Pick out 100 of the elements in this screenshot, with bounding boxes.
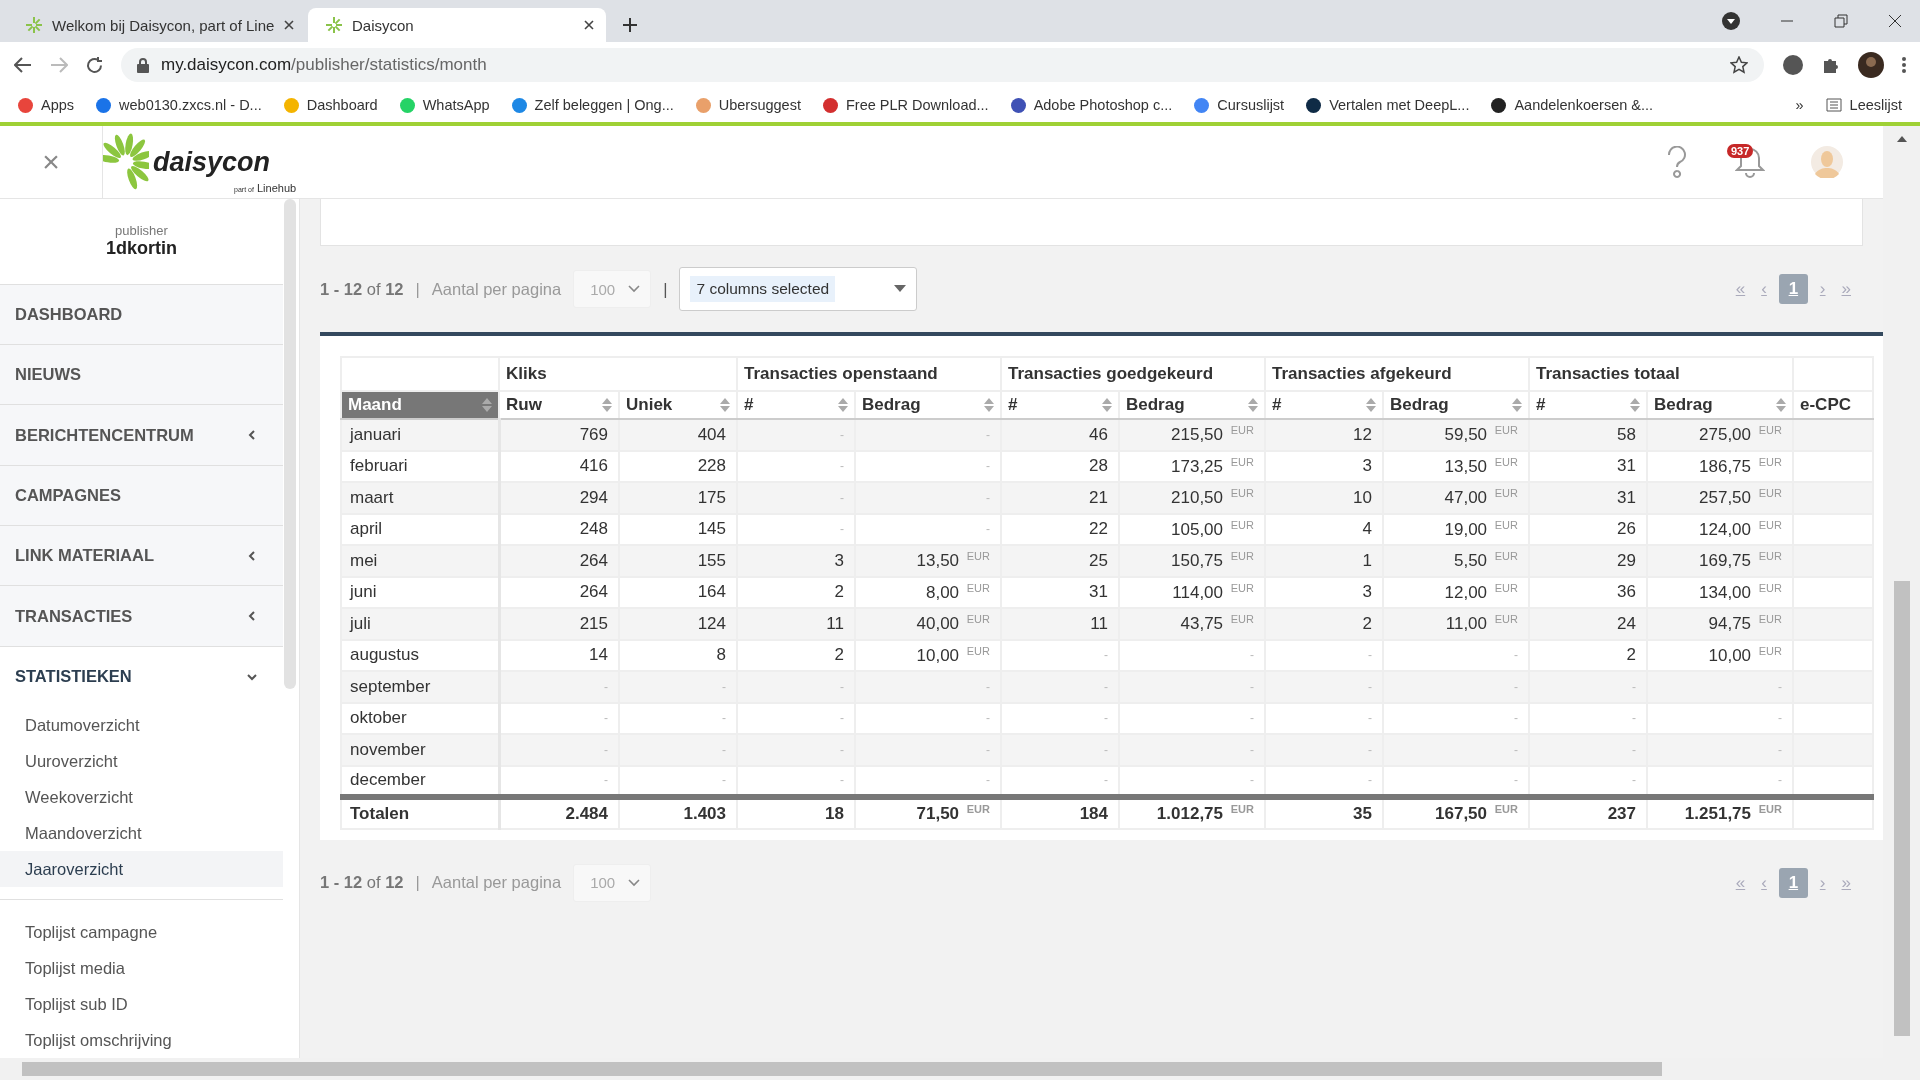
table-cell: 124	[619, 608, 737, 640]
group-header: Transacties openstaand	[737, 357, 1001, 391]
nav-item[interactable]: NIEUWS	[0, 345, 283, 406]
table-cell: 150,75 $^{EUR}$	[1119, 545, 1265, 577]
columns-select[interactable]: 7 columns selected	[679, 267, 918, 311]
sort-icon[interactable]	[1102, 398, 1112, 412]
table-cell: -	[1529, 671, 1647, 703]
chevron-left-icon	[247, 611, 257, 622]
column-header[interactable]: Uniek	[619, 391, 737, 419]
restore-icon[interactable]	[1834, 14, 1848, 28]
more-icon[interactable]	[1902, 57, 1906, 73]
divider-text: |	[415, 873, 420, 892]
chevron-left-icon	[247, 550, 257, 561]
table-cell: 294	[499, 482, 619, 514]
scrollbar-thumb[interactable]	[1893, 581, 1910, 1036]
column-header[interactable]: e-CPC	[1793, 391, 1873, 419]
table-cell: 404	[619, 419, 737, 451]
column-header[interactable]: #	[737, 391, 855, 419]
sidebar-scrollbar[interactable]	[284, 199, 296, 689]
sort-icon[interactable]	[1776, 398, 1786, 412]
table-cell: 24	[1529, 608, 1647, 640]
column-header[interactable]: Bedrag	[1647, 391, 1793, 419]
table-cell: -	[1265, 734, 1383, 766]
help-icon[interactable]	[1665, 146, 1689, 178]
sort-icon[interactable]	[1512, 398, 1522, 412]
overflow-button[interactable]: »	[1795, 97, 1804, 113]
extension-icon[interactable]	[1782, 54, 1804, 76]
column-header[interactable]: #	[1529, 391, 1647, 419]
nav-item[interactable]: LINK MATERIAAL	[0, 526, 283, 587]
column-header[interactable]: #	[1001, 391, 1119, 419]
table-cell: -	[737, 482, 855, 514]
sort-icon[interactable]	[1248, 398, 1258, 412]
avatar-icon[interactable]	[1858, 52, 1884, 78]
table-cell: 46	[1001, 419, 1119, 451]
bookmark-link[interactable]: Aandelenkoersen &...	[1491, 97, 1654, 113]
table-cell: 169,75 $^{EUR}$	[1647, 545, 1793, 577]
nav-item[interactable]: CAMPAGNES	[0, 465, 283, 526]
table-cell: 210,50 $^{EUR}$	[1119, 482, 1265, 514]
reload-icon[interactable]	[86, 56, 103, 74]
bookmark-link[interactable]: web0130.zxcs.nl - D...	[96, 97, 262, 113]
table-cell: -	[499, 671, 619, 703]
sort-icon[interactable]	[482, 398, 492, 412]
bookmark-link[interactable]: Ubersuggest	[695, 97, 801, 113]
table-cell: -	[1119, 671, 1265, 703]
bookmark-link[interactable]: Free PLR Download...	[822, 97, 989, 113]
sort-icon[interactable]	[984, 398, 994, 412]
nav-item[interactable]: TRANSACTIES	[0, 586, 283, 647]
bookmark-link[interactable]: WhatsApp	[399, 97, 490, 113]
sort-icon[interactable]	[602, 398, 612, 412]
scroll-up-icon[interactable]	[1896, 136, 1907, 142]
close-icon[interactable]	[284, 20, 294, 30]
divider-text: |	[663, 279, 668, 299]
nav-item[interactable]: DASHBOARD	[0, 284, 283, 345]
column-header[interactable]: Maand	[341, 391, 499, 419]
column-header[interactable]: Ruw	[499, 391, 619, 419]
bookmark-link[interactable]: Zelf beleggen | Ong...	[511, 97, 674, 113]
nav-item[interactable]: BERICHTENCENTRUM	[0, 405, 283, 466]
bookmark-link[interactable]: Apps	[18, 97, 75, 113]
new-tab-icon[interactable]	[622, 17, 638, 33]
column-header[interactable]: Bedrag	[855, 391, 1001, 419]
bookmark-link[interactable]: Cursuslijst	[1194, 97, 1285, 113]
close-icon[interactable]	[584, 20, 594, 30]
column-header[interactable]: Bedrag	[1383, 391, 1529, 419]
table-cell: -	[1529, 734, 1647, 766]
dropdown-circle-icon[interactable]	[1722, 12, 1740, 30]
star-icon[interactable]	[1730, 56, 1748, 74]
close-icon[interactable]	[1888, 14, 1902, 28]
horizontal-scrollbar[interactable]	[0, 1058, 1920, 1080]
puzzle-icon[interactable]	[1822, 56, 1840, 74]
bookmark-link[interactable]: Vertalen met DeepL...	[1306, 97, 1470, 113]
table-cell: -	[1383, 734, 1529, 766]
table-cell: 21	[1001, 482, 1119, 514]
bookmark-link[interactable]: Adobe Photoshop c...	[1010, 97, 1173, 113]
column-header[interactable]: #	[1265, 391, 1383, 419]
address-field[interactable]: my.daisycon.com/publisher/statistics/month	[121, 48, 1764, 82]
browser-tab[interactable]: Daisycon	[308, 8, 606, 42]
lock-icon	[137, 57, 149, 73]
column-header[interactable]: Bedrag	[1119, 391, 1265, 419]
back-icon[interactable]	[14, 57, 32, 73]
table-cell: -	[1383, 671, 1529, 703]
per-page-label: Aantal per pagina	[431, 279, 562, 299]
table-cell: 31	[1529, 482, 1647, 514]
table-cell: -	[1647, 671, 1793, 703]
reading-list-link[interactable]: Leeslijst	[1825, 97, 1902, 113]
table-cell: 275,00 $^{EUR}$	[1647, 419, 1793, 451]
vertical-scrollbar[interactable]	[1883, 126, 1920, 1058]
sort-icon[interactable]	[720, 398, 730, 412]
scrollbar-thumb[interactable]	[22, 1062, 1662, 1076]
sort-icon[interactable]	[1630, 398, 1640, 412]
table-cell: 3	[737, 545, 855, 577]
table-cell: 40,00 $^{EUR}$	[855, 608, 1001, 640]
total-cell: 1.251,75 $^{EUR}$	[1647, 797, 1793, 829]
sort-icon[interactable]	[838, 398, 848, 412]
forward-icon[interactable]	[50, 57, 68, 73]
sort-icon[interactable]	[1366, 398, 1376, 412]
table-cell: -	[737, 419, 855, 451]
nav-subitem[interactable]: Jaaroverzicht	[0, 851, 283, 887]
bookmark-link[interactable]: Dashboard	[283, 97, 378, 113]
browser-tab[interactable]: Welkom bij Daisycon, part of Line	[8, 8, 306, 42]
total-cell: 2.484	[499, 797, 619, 829]
